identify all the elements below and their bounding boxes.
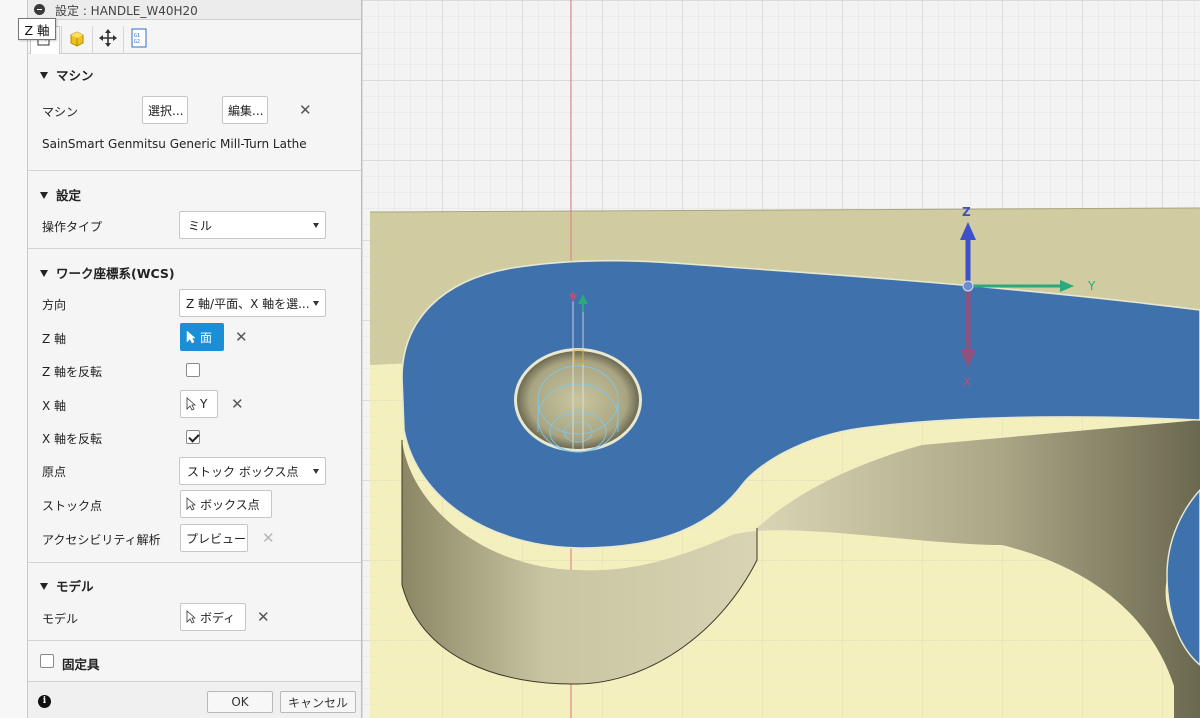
fixture-label: 固定具	[62, 657, 100, 672]
ok-button[interactable]: OK	[207, 691, 273, 713]
accessibility-label: アクセシビリティ解析	[42, 533, 161, 547]
z-axis-clear-icon[interactable]: ✕	[235, 330, 248, 345]
machine-edit-button[interactable]: 編集...	[222, 96, 268, 124]
x-axis-label: X 軸	[42, 399, 67, 413]
move-arrows-icon	[98, 28, 118, 52]
machine-clear-icon[interactable]: ✕	[299, 103, 312, 118]
left-strip	[0, 0, 27, 718]
tab-wcs[interactable]	[92, 26, 122, 54]
cancel-button[interactable]: キャンセル	[280, 691, 356, 713]
triad-x-label: X	[963, 375, 971, 389]
origin-label: 原点	[42, 465, 67, 479]
divider	[28, 640, 361, 641]
cursor-arrow-icon	[186, 397, 196, 411]
dialog-title: 設定 : HANDLE_W40H20	[55, 4, 198, 18]
x-axis-value: Y	[200, 397, 208, 411]
orientation-value: Z 軸/平面、X 軸を選...	[186, 296, 310, 311]
origin-select[interactable]: ストック ボックス点	[179, 457, 326, 485]
cursor-arrow-icon	[186, 610, 196, 624]
chevron-down-icon	[40, 72, 48, 79]
x-flip-label: X 軸を反転	[42, 432, 103, 446]
dropdown-arrow-icon	[313, 301, 319, 306]
stock-point-selector[interactable]: ボックス点	[180, 490, 272, 518]
model-label: モデル	[42, 612, 79, 626]
machine-select-button[interactable]: 選択...	[142, 96, 188, 124]
z-flip-checkbox[interactable]	[186, 363, 200, 377]
orientation-label: 方向	[42, 298, 67, 312]
z-flip-label: Z 軸を反転	[42, 365, 103, 379]
setup-dialog: 設定 : HANDLE_W40H20 G1 G2 マシン マシン 選択... 編…	[27, 0, 362, 718]
dialog-tabs: G1 G2	[28, 26, 361, 54]
orientation-select[interactable]: Z 軸/平面、X 軸を選...	[179, 289, 326, 317]
setup-section-header[interactable]: 設定	[40, 185, 81, 204]
machine-name: SainSmart Genmitsu Generic Mill-Turn Lat…	[42, 137, 307, 151]
dropdown-arrow-icon	[313, 469, 319, 474]
model-canvas[interactable]: Z Y X	[362, 0, 1200, 718]
stock-cube-icon	[67, 28, 87, 52]
tooltip: Z 軸	[18, 18, 56, 40]
collapse-icon[interactable]	[34, 4, 45, 15]
accessibility-preview-button[interactable]: プレビュー	[180, 524, 248, 552]
operation-type-label: 操作タイプ	[42, 220, 103, 234]
dialog-footer: i OK キャンセル	[28, 681, 361, 718]
cursor-arrow-icon	[186, 330, 196, 344]
x-flip-checkbox[interactable]	[186, 430, 200, 444]
cursor-arrow-icon	[186, 497, 196, 511]
3d-viewport[interactable]: Z Y X	[362, 0, 1200, 718]
tab-post[interactable]: G1 G2	[123, 26, 153, 54]
triad-origin	[962, 280, 974, 292]
wcs-section-header[interactable]: ワーク座標系(WCS)	[40, 263, 175, 282]
dropdown-arrow-icon	[313, 223, 319, 228]
info-icon[interactable]: i	[38, 695, 51, 708]
stock-point-label: ストック点	[42, 499, 103, 513]
accessibility-clear-icon: ✕	[262, 529, 275, 547]
triad-z-label: Z	[962, 205, 971, 219]
x-axis-selector[interactable]: Y	[180, 390, 218, 418]
chevron-down-icon	[40, 583, 48, 590]
tab-stock[interactable]	[61, 26, 91, 54]
post-nc-icon: G1 G2	[130, 28, 148, 52]
x-axis-clear-icon[interactable]: ✕	[231, 397, 244, 412]
z-axis-label: Z 軸	[42, 332, 67, 346]
origin-value: ストック ボックス点	[187, 464, 299, 479]
divider	[28, 562, 361, 563]
operation-type-select[interactable]: ミル	[179, 211, 326, 239]
dialog-titlebar: 設定 : HANDLE_W40H20	[28, 0, 361, 20]
stock-point-value: ボックス点	[200, 497, 260, 512]
chevron-down-icon	[40, 192, 48, 199]
divider	[28, 248, 361, 249]
divider	[28, 170, 361, 171]
model-section-header[interactable]: モデル	[40, 576, 94, 595]
machine-label: マシン	[42, 105, 79, 119]
machine-section-header[interactable]: マシン	[40, 65, 94, 84]
triad-y-label: Y	[1087, 279, 1096, 293]
model-value: ボディ	[200, 610, 236, 625]
z-axis-value: 面	[200, 330, 213, 345]
z-axis-selector[interactable]: 面	[180, 323, 224, 351]
model-clear-icon[interactable]: ✕	[257, 610, 270, 625]
operation-type-value: ミル	[188, 218, 213, 233]
svg-text:G2: G2	[134, 39, 140, 45]
chevron-down-icon	[40, 270, 48, 277]
fixture-checkbox[interactable]	[40, 654, 54, 668]
model-selector[interactable]: ボディ	[180, 603, 246, 631]
